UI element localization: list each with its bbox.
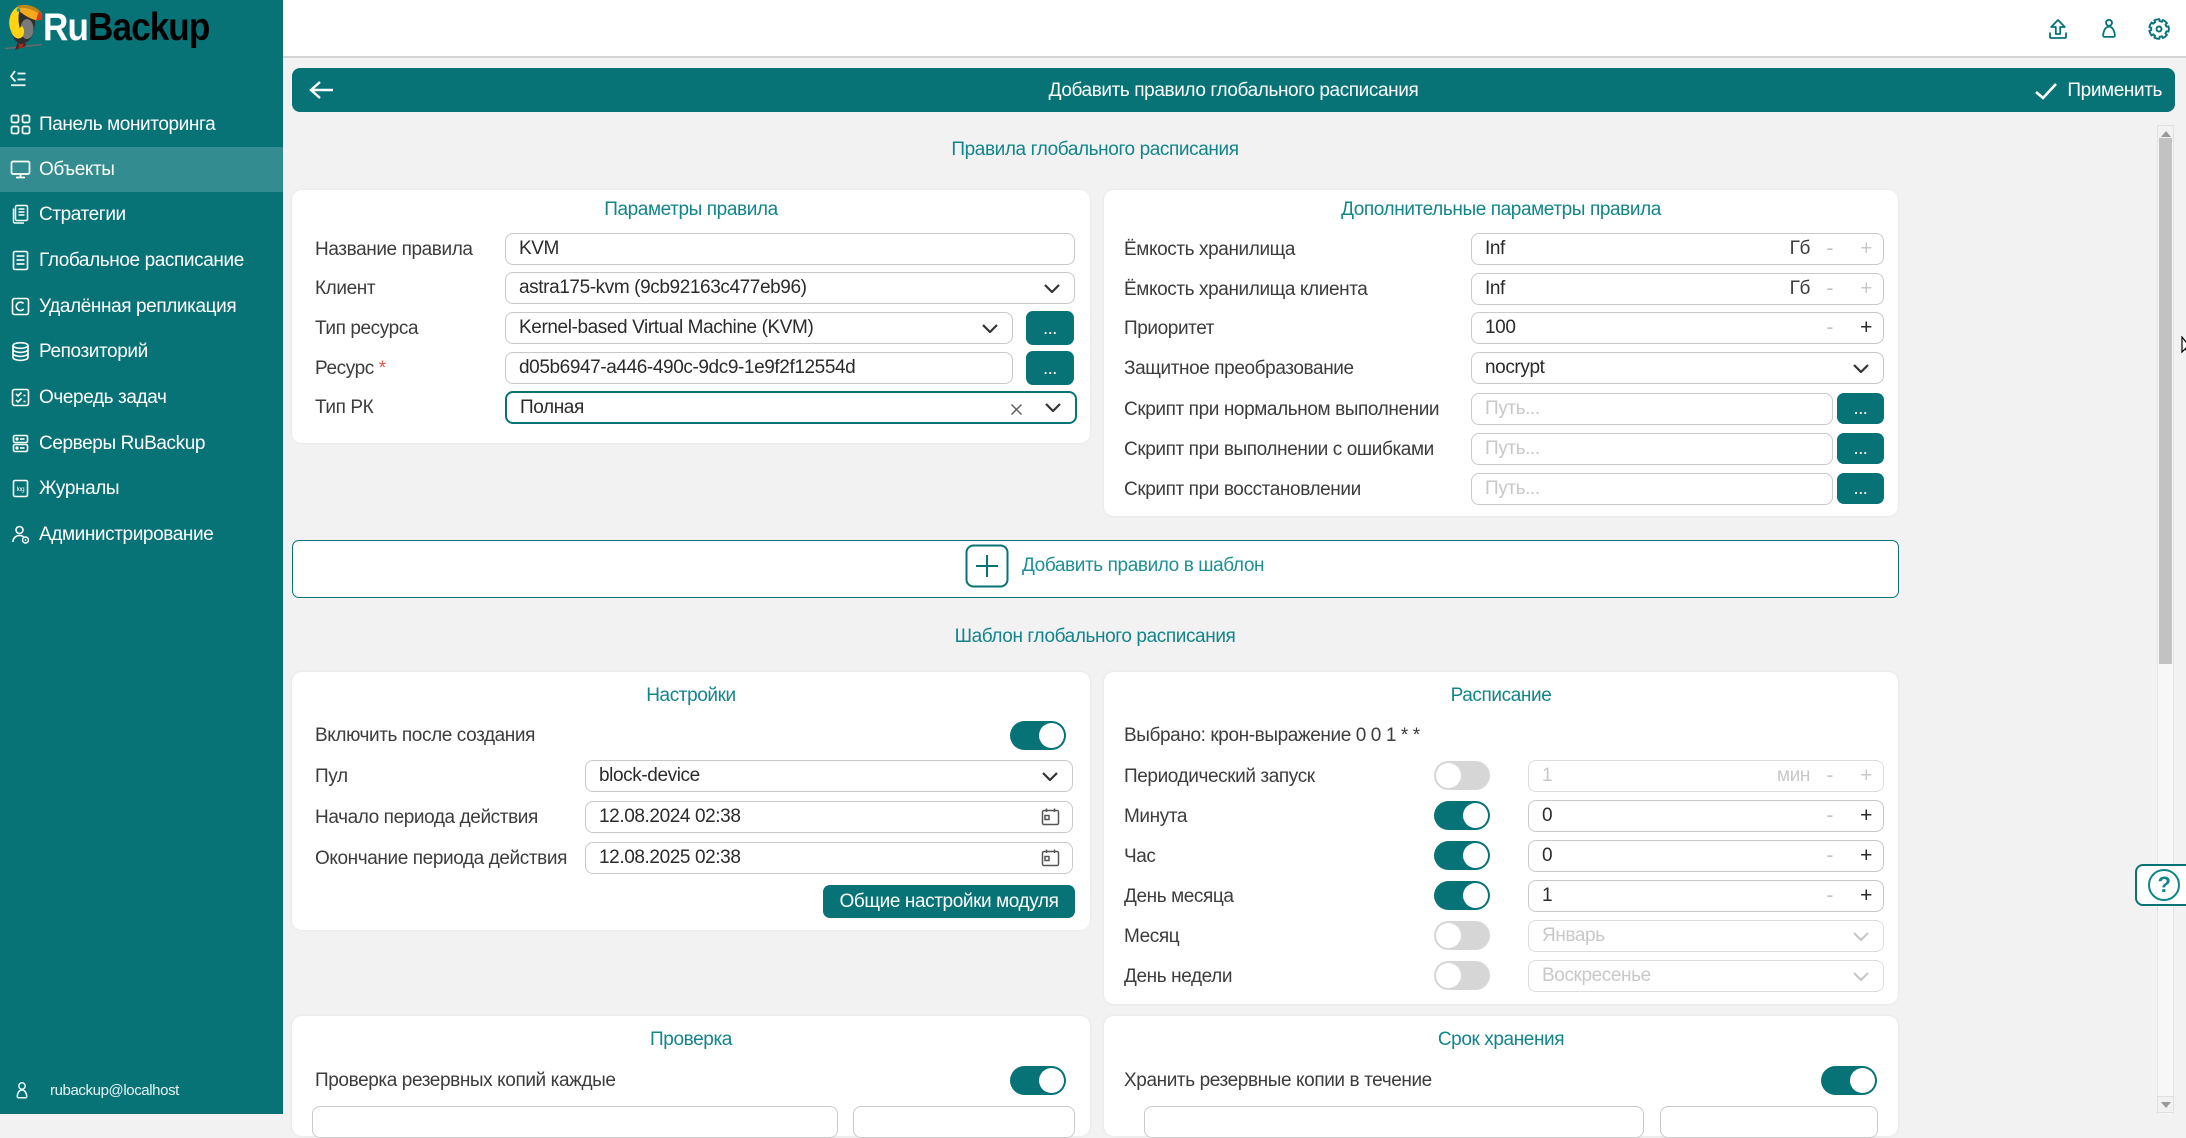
svg-text:log: log [17, 486, 25, 493]
